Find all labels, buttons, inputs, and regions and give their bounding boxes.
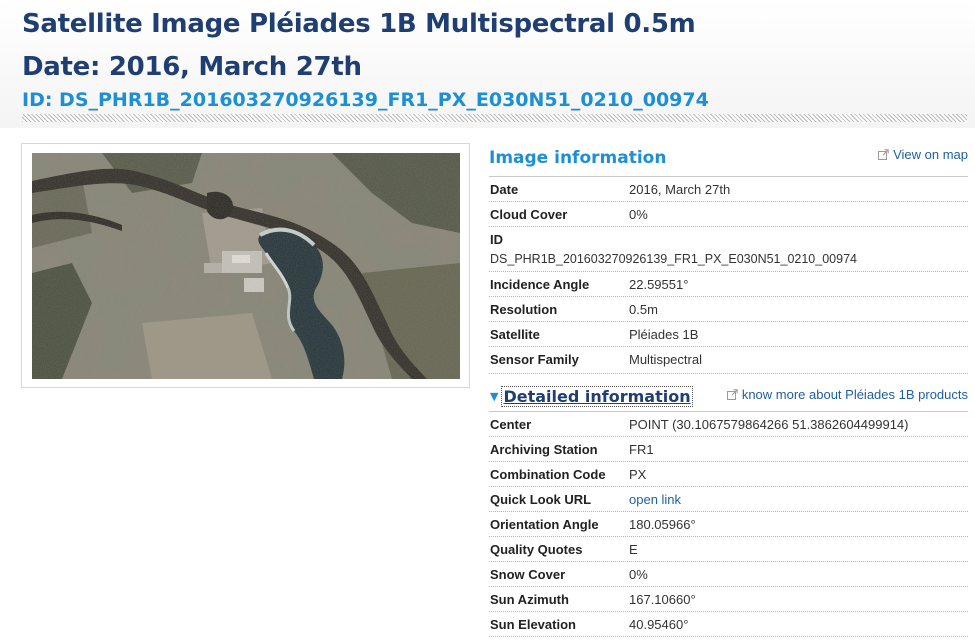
header-divider xyxy=(22,114,967,122)
divider xyxy=(489,461,968,462)
divider xyxy=(489,226,968,227)
divider xyxy=(489,411,968,412)
divider xyxy=(489,561,968,562)
row-value: Multispectral xyxy=(629,352,702,367)
know-more-link[interactable]: know more about Pléiades 1B products xyxy=(726,387,968,402)
view-on-map-label[interactable]: View on map xyxy=(893,147,968,162)
row-value: 0.5m xyxy=(629,302,658,317)
row-label: ID xyxy=(490,232,503,247)
row-label: Satellite xyxy=(490,327,540,342)
row-value: 0% xyxy=(629,207,648,222)
divider xyxy=(489,436,968,437)
open-link[interactable]: open link xyxy=(629,492,681,507)
row-value: FR1 xyxy=(629,442,654,457)
row-value: PX xyxy=(629,467,647,482)
divider xyxy=(489,321,968,322)
row-label: Quality Quotes xyxy=(490,542,583,557)
divider xyxy=(489,586,968,587)
divider xyxy=(489,373,968,374)
know-more-label[interactable]: know more about Pléiades 1B products xyxy=(742,387,968,402)
row-label: Sun Azimuth xyxy=(490,592,569,607)
row-label: Sun Elevation xyxy=(490,617,576,632)
row-label: Quick Look URL xyxy=(490,492,592,507)
row-label: Cloud Cover xyxy=(490,207,568,222)
divider xyxy=(489,346,968,347)
divider xyxy=(489,486,968,487)
external-link-icon xyxy=(878,149,889,160)
external-link-icon xyxy=(726,389,738,400)
row-label: Center xyxy=(490,417,532,432)
row-label: Sensor Family xyxy=(490,352,579,367)
satellite-image[interactable] xyxy=(32,153,460,379)
row-value: 2016, March 27th xyxy=(629,182,731,197)
image-information-heading: Image information xyxy=(489,148,667,168)
row-value: POINT (30.1067579864266 51.3862604499914… xyxy=(629,417,909,432)
row-value: 167.10660° xyxy=(629,592,696,607)
divider xyxy=(489,201,968,202)
row-value: E xyxy=(629,542,638,557)
divider xyxy=(489,511,968,512)
divider xyxy=(489,536,968,537)
row-label: Archiving Station xyxy=(490,442,598,457)
row-label: Date xyxy=(490,182,519,197)
triangle-down-icon: ▼ xyxy=(490,390,499,403)
page-id-line: ID: DS_PHR1B_201603270926139_FR1_PX_E030… xyxy=(22,89,709,111)
row-label: Resolution xyxy=(490,302,558,317)
divider xyxy=(489,271,968,272)
row-label: Incidence Angle xyxy=(490,277,590,292)
divider xyxy=(489,611,968,612)
row-value: 180.05966° xyxy=(629,517,696,532)
divider xyxy=(489,296,968,297)
detailed-information-label[interactable]: Detailed information xyxy=(501,386,693,407)
page-subtitle-date: Date: 2016, March 27th xyxy=(22,52,362,82)
id-value: DS_PHR1B_201603270926139_FR1_PX_E030N51_… xyxy=(490,252,857,266)
page-title: Satellite Image Pléiades 1B Multispectra… xyxy=(22,9,696,39)
divider xyxy=(489,176,968,177)
row-value: 22.59551° xyxy=(629,277,689,292)
row-value: Pléiades 1B xyxy=(629,327,699,342)
row-value: 40.95460° xyxy=(629,617,689,632)
divider xyxy=(489,636,968,637)
satellite-image-frame[interactable] xyxy=(21,143,470,388)
row-label: Snow Cover xyxy=(490,567,566,582)
view-on-map-link[interactable]: View on map xyxy=(878,147,968,162)
detailed-information-toggle[interactable]: ▼ Detailed information xyxy=(490,386,693,407)
row-label: Combination Code xyxy=(490,467,606,482)
row-label: Orientation Angle xyxy=(490,517,599,532)
row-value: 0% xyxy=(629,567,648,582)
